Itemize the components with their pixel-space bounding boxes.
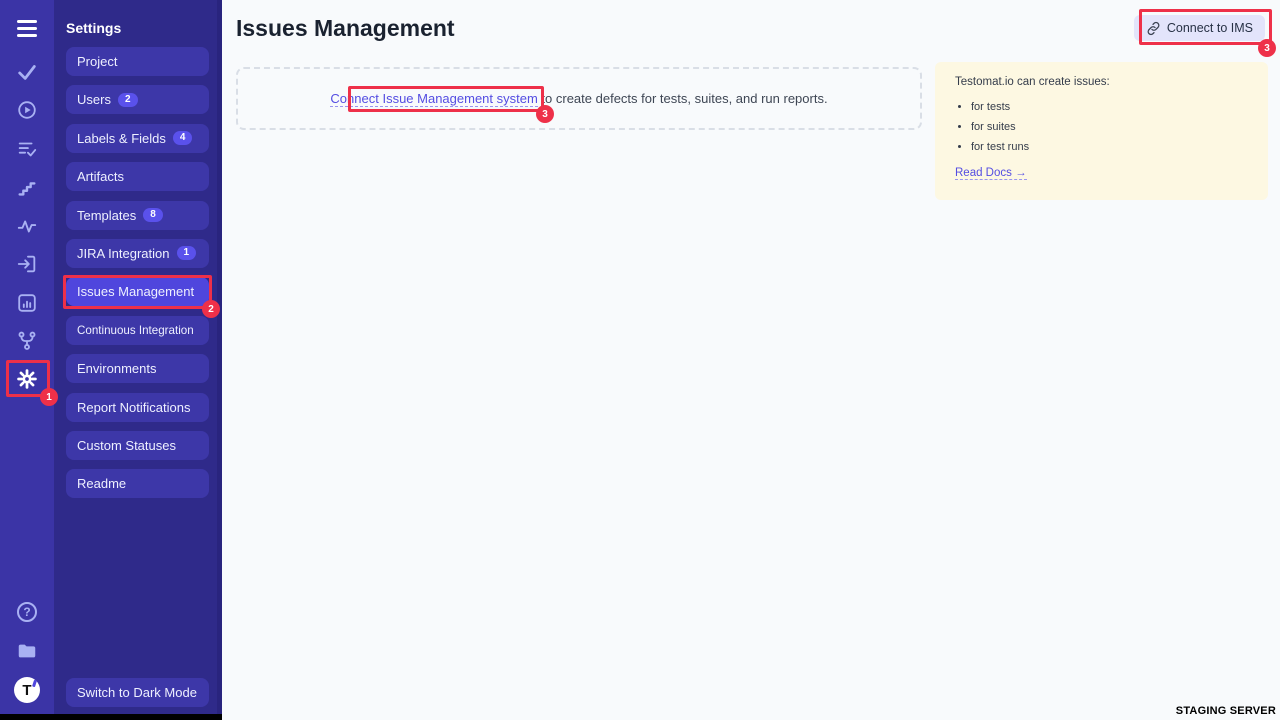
count-badge: 4 bbox=[173, 131, 193, 145]
report-chart-icon[interactable] bbox=[0, 289, 54, 317]
sidebar-item-custom-statuses[interactable]: Custom Statuses bbox=[66, 431, 209, 460]
connect-to-ims-button[interactable]: Connect to IMS bbox=[1134, 15, 1265, 41]
sidebar-item-issues-management[interactable]: Issues Management bbox=[66, 277, 209, 306]
info-panel: Testomat.io can create issues: for tests… bbox=[935, 62, 1268, 200]
sidebar-item-jira-integration[interactable]: JIRA Integration1 bbox=[66, 239, 209, 268]
test-list-icon[interactable] bbox=[0, 135, 54, 163]
list-item: for tests bbox=[971, 101, 1248, 113]
empty-state-text: to create defects for tests, suites, and… bbox=[538, 91, 828, 106]
list-item: for test runs bbox=[971, 141, 1248, 153]
menu-icon[interactable] bbox=[0, 14, 54, 42]
page-title: Issues Management bbox=[236, 15, 455, 42]
sidebar-item-continuous-integration[interactable]: Continuous Integration bbox=[66, 316, 209, 345]
switch-dark-mode-button[interactable]: Switch to Dark Mode bbox=[66, 678, 209, 707]
sidebar-item-project[interactable]: Project bbox=[66, 47, 209, 76]
empty-state-box: Connect Issue Management system to creat… bbox=[236, 67, 922, 130]
steps-icon[interactable] bbox=[0, 174, 54, 202]
check-icon[interactable] bbox=[0, 58, 54, 86]
main-content: Issues Management Connect to IMS Connect… bbox=[222, 0, 1280, 720]
list-item: for suites bbox=[971, 121, 1248, 133]
sidebar-item-users[interactable]: Users2 bbox=[66, 85, 209, 114]
projects-folder-icon[interactable] bbox=[0, 637, 54, 665]
sidebar-item-report-notifications[interactable]: Report Notifications bbox=[66, 393, 209, 422]
play-circle-icon[interactable] bbox=[0, 96, 54, 124]
settings-nav: Project Users2 Labels & Fields4 Artifact… bbox=[66, 47, 209, 508]
sidebar-item-labels-fields[interactable]: Labels & Fields4 bbox=[66, 124, 209, 153]
help-icon[interactable]: ? bbox=[0, 598, 54, 626]
sidebar-item-artifacts[interactable]: Artifacts bbox=[66, 162, 209, 191]
logo-letter: T bbox=[14, 677, 40, 703]
icon-rail: ? T bbox=[0, 0, 54, 714]
info-panel-intro: Testomat.io can create issues: bbox=[955, 76, 1248, 88]
sidebar-item-environments[interactable]: Environments bbox=[66, 354, 209, 383]
staging-server-label: STAGING SERVER bbox=[1176, 705, 1276, 717]
sidebar-item-readme[interactable]: Readme bbox=[66, 469, 209, 498]
sidebar-title: Settings bbox=[66, 20, 121, 36]
info-panel-list: for tests for suites for test runs bbox=[971, 101, 1248, 153]
activity-icon[interactable] bbox=[0, 212, 54, 240]
connect-ims-link[interactable]: Connect Issue Management system bbox=[330, 91, 537, 107]
link-icon bbox=[1146, 21, 1161, 36]
hamburger-bars bbox=[17, 20, 37, 37]
count-badge: 1 bbox=[177, 246, 197, 260]
sidebar-item-templates[interactable]: Templates8 bbox=[66, 201, 209, 230]
count-badge: 2 bbox=[118, 93, 138, 107]
count-badge: 8 bbox=[143, 208, 163, 222]
bottom-black-strip bbox=[0, 714, 222, 720]
gear-icon[interactable] bbox=[0, 365, 54, 393]
read-docs-link[interactable]: Read Docs → bbox=[955, 167, 1027, 180]
sign-in-icon[interactable] bbox=[0, 250, 54, 278]
branch-icon[interactable] bbox=[0, 327, 54, 355]
testomat-logo[interactable]: T bbox=[0, 676, 54, 704]
question-glyph: ? bbox=[17, 602, 37, 622]
settings-sidebar: Settings Project Users2 Labels & Fields4… bbox=[54, 0, 222, 714]
